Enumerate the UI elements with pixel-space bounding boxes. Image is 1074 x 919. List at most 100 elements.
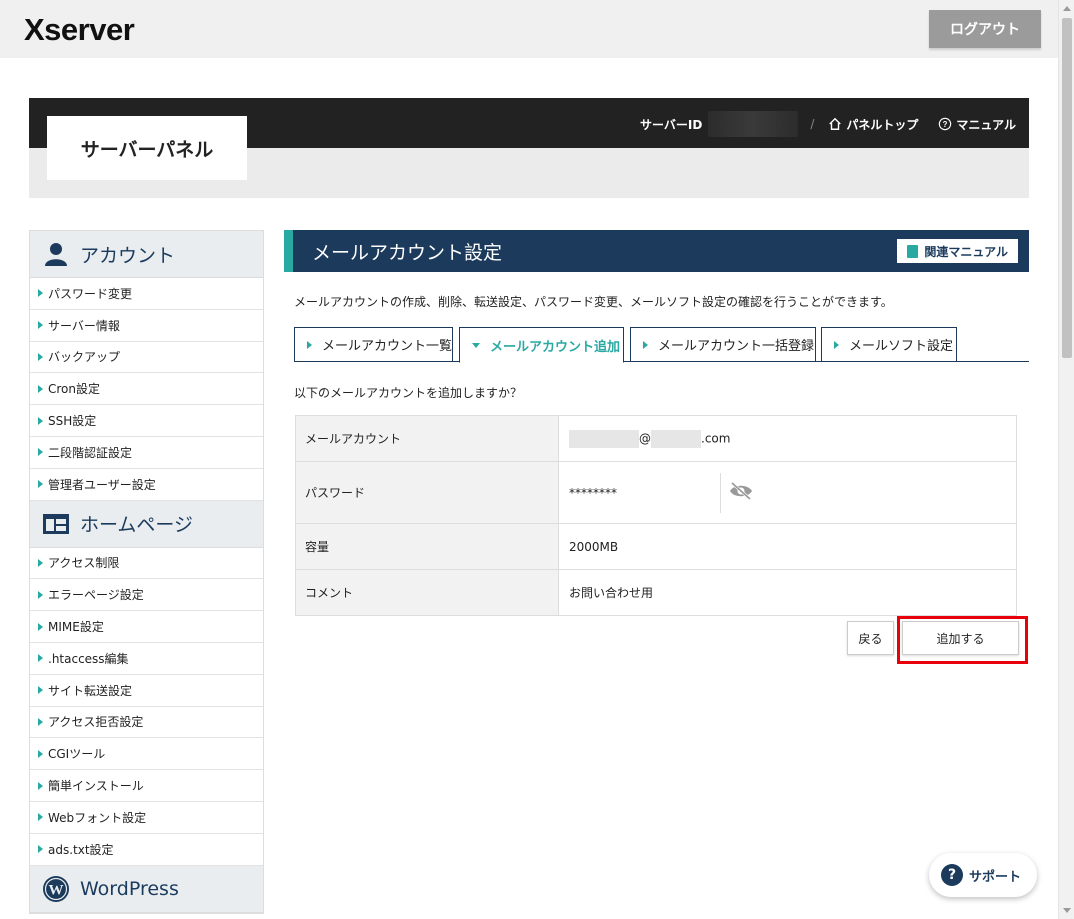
- header-links: サーバーID / パネルトップ ? マニュアル: [640, 111, 1036, 137]
- tab-mail-software[interactable]: メールソフト設定: [821, 327, 957, 362]
- sidebar-item-access-restriction[interactable]: アクセス制限: [30, 548, 263, 580]
- sidebar-item-two-factor[interactable]: 二段階認証設定: [30, 437, 263, 469]
- triangle-right-icon: [38, 686, 43, 695]
- sidebar-item-admin-users[interactable]: 管理者ユーザー設定: [30, 469, 263, 501]
- xserver-logo[interactable]: Xserver: [24, 12, 135, 48]
- sidebar-item-error-page[interactable]: エラーページ設定: [30, 579, 263, 612]
- triangle-right-icon: [38, 321, 43, 330]
- tab-bar: メールアカウント一覧 メールアカウント追加 メールアカウント一括登録 メールソフ…: [294, 327, 1029, 363]
- sidebar-item-label: Cron設定: [48, 382, 100, 397]
- panel-top-link[interactable]: パネルトップ: [828, 116, 918, 133]
- related-manual-button[interactable]: 関連マニュアル: [897, 239, 1018, 263]
- sidebar-item-ads-txt[interactable]: ads.txt設定: [30, 834, 263, 866]
- sidebar-item-label: .htaccess編集: [48, 651, 129, 666]
- tab-account-list[interactable]: メールアカウント一覧: [294, 327, 453, 362]
- sidebar-item-easy-install[interactable]: 簡単インストール: [30, 770, 263, 802]
- user-icon: [42, 240, 70, 268]
- sidebar-item-htaccess[interactable]: .htaccess編集: [30, 643, 263, 675]
- book-icon: [907, 244, 919, 258]
- triangle-right-icon: [38, 717, 43, 726]
- tab-bulk-register[interactable]: メールアカウント一括登録: [630, 327, 816, 362]
- sidebar-item-web-fonts[interactable]: Webフォント設定: [30, 802, 263, 834]
- sidebar-item-mime[interactable]: MIME設定: [30, 611, 263, 643]
- confirm-table: メールアカウント @ .com パスワード ******** 容量 2000MB: [295, 415, 1017, 616]
- sidebar-item-site-redirect[interactable]: サイト転送設定: [30, 675, 263, 707]
- related-manual-label: 関連マニュアル: [924, 244, 1008, 259]
- triangle-right-icon: [38, 352, 43, 361]
- sidebar-item-label: 簡単インストール: [48, 779, 144, 794]
- sidebar-item-server-info[interactable]: サーバー情報: [30, 310, 263, 342]
- svg-text:W: W: [49, 882, 64, 898]
- comment-value: お問い合わせ用: [558, 569, 1017, 616]
- sidebar-item-label: 二段階認証設定: [48, 445, 133, 460]
- tab-account-add[interactable]: メールアカウント追加: [459, 327, 624, 363]
- capacity-label: 容量: [295, 523, 559, 570]
- sidebar-item-label: ads.txt設定: [48, 842, 114, 857]
- eye-off-icon[interactable]: [729, 481, 753, 503]
- header-separator: /: [810, 117, 815, 131]
- table-row: コメント お問い合わせ用: [295, 569, 1017, 616]
- mail-account-label: メールアカウント: [295, 415, 559, 462]
- triangle-right-icon: [38, 558, 43, 567]
- add-button[interactable]: 追加する: [902, 621, 1019, 655]
- triangle-right-icon: [38, 781, 43, 790]
- sidebar-section-wordpress: W WordPress: [30, 865, 263, 913]
- sidebar-item-password-change[interactable]: パスワード変更: [30, 278, 263, 310]
- sidebar-item-access-deny[interactable]: アクセス拒否設定: [30, 707, 263, 739]
- sidebar-item-label: エラーページ設定: [48, 588, 144, 603]
- svg-text:?: ?: [943, 120, 948, 129]
- tab-label: メールアカウント一覧: [322, 339, 453, 354]
- sidebar-section-title: アカウント: [80, 244, 176, 267]
- triangle-down-icon: [472, 342, 480, 348]
- masked-text: [569, 429, 639, 448]
- at-sign: @: [639, 431, 651, 445]
- sidebar-item-label: SSH設定: [48, 414, 97, 429]
- sidebar-item-cgi-tools[interactable]: CGIツール: [30, 738, 263, 771]
- password-label: パスワード: [295, 461, 559, 524]
- mail-account-value: @ .com: [558, 415, 1017, 462]
- scroll-thumb[interactable]: [1062, 18, 1072, 358]
- server-id-label: サーバーID: [640, 117, 703, 132]
- scroll-up-arrow-icon[interactable]: [1063, 6, 1071, 11]
- tab-label: メールソフト設定: [849, 339, 954, 354]
- triangle-right-icon: [38, 813, 43, 822]
- sidebar-item-ssh[interactable]: SSH設定: [30, 405, 263, 437]
- sidebar-item-label: アクセス制限: [48, 556, 120, 571]
- triangle-right-icon: [38, 289, 43, 298]
- sidebar-item-cron[interactable]: Cron設定: [30, 373, 263, 406]
- manual-link[interactable]: ? マニュアル: [938, 116, 1016, 133]
- help-icon: ?: [939, 117, 952, 131]
- table-row: 容量 2000MB: [295, 523, 1017, 570]
- vertical-scrollbar[interactable]: [1058, 0, 1074, 919]
- divider: [720, 472, 721, 513]
- sidebar-item-backup[interactable]: バックアップ: [30, 342, 263, 374]
- sidebar-item-label: 管理者ユーザー設定: [48, 477, 156, 492]
- triangle-right-icon: [38, 654, 43, 663]
- sidebar-section-title: WordPress: [80, 877, 179, 900]
- triangle-right-icon: [38, 622, 43, 631]
- triangle-right-icon: [307, 340, 312, 349]
- home-icon: [829, 117, 842, 130]
- back-button[interactable]: 戻る: [847, 621, 894, 655]
- triangle-right-icon: [38, 448, 43, 457]
- sidebar-section-homepage: ホームページ: [30, 500, 263, 548]
- question-icon: ?: [941, 864, 963, 886]
- tab-label: メールアカウント一括登録: [658, 339, 815, 354]
- sidebar-item-label: パスワード変更: [48, 286, 133, 301]
- triangle-right-icon: [643, 340, 648, 349]
- content-area: サーバーパネル サーバーID / パネルトップ ? マニュアル アカウント パス…: [0, 58, 1058, 919]
- sidebar-item-label: MIME設定: [48, 620, 104, 635]
- page-title: メールアカウント設定: [312, 241, 503, 264]
- panel-title: サーバーパネル: [47, 116, 247, 180]
- wordpress-icon: W: [42, 875, 70, 903]
- logout-button[interactable]: ログアウト: [929, 10, 1041, 48]
- table-row: メールアカウント @ .com: [295, 415, 1017, 462]
- top-bar: Xserver ログアウト: [0, 0, 1058, 58]
- triangle-right-icon: [38, 845, 43, 854]
- triangle-right-icon: [38, 480, 43, 489]
- scroll-down-arrow-icon[interactable]: [1063, 908, 1071, 913]
- support-button[interactable]: ? サポート: [929, 853, 1037, 897]
- sidebar-item-label: サーバー情報: [48, 318, 120, 333]
- server-id-value-masked: [708, 111, 799, 137]
- panel-top-label: パネルトップ: [846, 117, 919, 132]
